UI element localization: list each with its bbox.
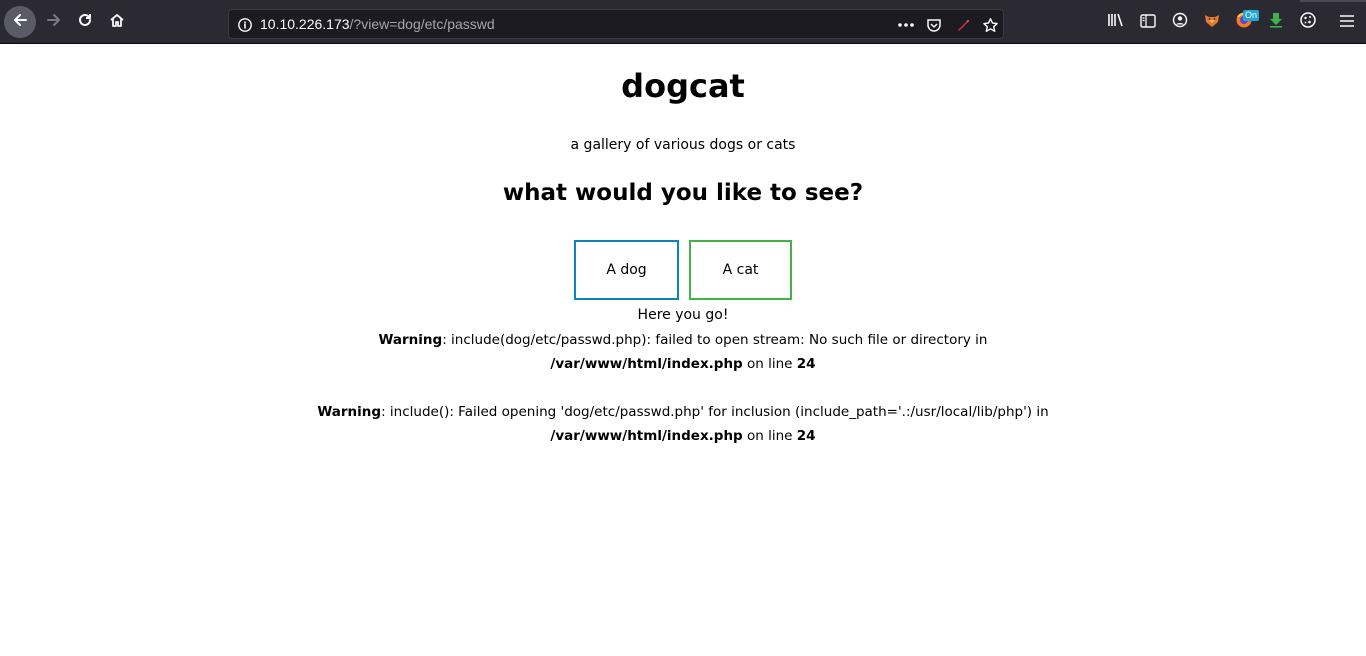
cookie-icon	[1299, 11, 1317, 33]
forward-button[interactable]	[38, 6, 70, 38]
extension-fox-button[interactable]	[1196, 6, 1228, 38]
reload-button[interactable]	[69, 6, 101, 38]
download-button[interactable]	[1260, 6, 1292, 38]
question-heading: what would you like to see?	[502, 180, 864, 206]
warning-label: Warning	[378, 332, 443, 348]
cat-button[interactable]: A cat	[689, 240, 792, 300]
arrow-left-icon	[11, 11, 29, 33]
bookmark-star-icon[interactable]	[980, 15, 1000, 35]
download-arrow-icon	[1268, 12, 1284, 32]
warning-line-number: 24	[796, 356, 816, 372]
page-content: dogcat a gallery of various dogs or cats…	[0, 45, 1366, 656]
reload-icon	[76, 11, 94, 33]
window-edge	[1300, 0, 1366, 2]
menu-button[interactable]	[1331, 6, 1363, 38]
dog-button[interactable]: A dog	[574, 240, 679, 300]
cookie-extension-button[interactable]	[1292, 6, 1324, 38]
warning-on-line: on line	[742, 356, 797, 372]
warning-message: : include(dog/etc/passwd.php): failed to…	[442, 332, 988, 348]
browser-toolbar: 10.10.226.173/?view=dog/etc/passwd On	[0, 0, 1366, 44]
library-icon	[1107, 12, 1125, 32]
url-text[interactable]: 10.10.226.173/?view=dog/etc/passwd	[260, 16, 495, 32]
php-warning: Warning: include(): Failed opening 'dog/…	[283, 400, 1083, 448]
url-path: /?view=dog/etc/passwd	[349, 16, 495, 32]
home-icon	[108, 11, 126, 33]
library-button[interactable]	[1100, 6, 1132, 38]
sidebar-button[interactable]	[1132, 6, 1164, 38]
warning-file: /var/www/html/index.php	[550, 356, 743, 372]
url-host: 10.10.226.173	[260, 16, 350, 32]
pocket-icon[interactable]	[924, 15, 944, 35]
back-button[interactable]	[4, 6, 36, 38]
warning-line-number: 24	[796, 428, 816, 444]
warning-label: Warning	[317, 404, 382, 420]
warning-message: : include(): Failed opening 'dog/etc/pas…	[381, 404, 1049, 420]
page-title: dogcat	[621, 67, 745, 105]
arrow-right-icon	[45, 11, 63, 33]
fox-icon	[1203, 11, 1221, 33]
warning-on-line: on line	[742, 428, 797, 444]
warning-file: /var/www/html/index.php	[550, 428, 743, 444]
php-warning: Warning: include(dog/etc/passwd.php): fa…	[283, 328, 1083, 376]
home-button[interactable]	[101, 6, 133, 38]
sidebar-icon	[1140, 13, 1156, 32]
extension-status-badge: On	[1243, 10, 1260, 21]
hamburger-menu-icon	[1339, 13, 1355, 32]
account-icon	[1172, 12, 1188, 32]
extension-pen-icon[interactable]	[953, 15, 973, 35]
result-text: Here you go!	[637, 307, 729, 323]
address-bar[interactable]: 10.10.226.173/?view=dog/etc/passwd	[228, 9, 1004, 39]
account-button[interactable]	[1164, 6, 1196, 38]
page-tagline: a gallery of various dogs or cats	[570, 137, 796, 153]
site-info-icon[interactable]	[235, 15, 255, 35]
more-actions-icon[interactable]	[896, 15, 916, 35]
